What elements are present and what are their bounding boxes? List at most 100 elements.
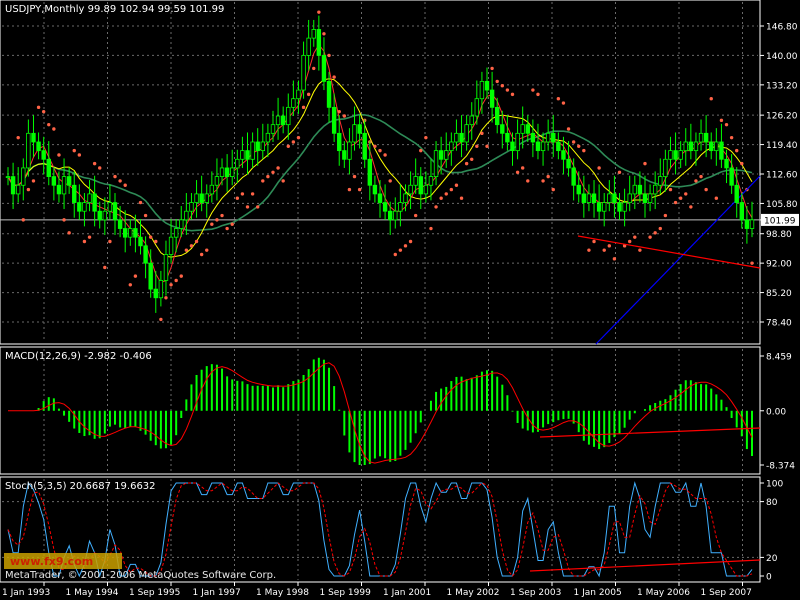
candle-body bbox=[459, 132, 464, 143]
candle-body bbox=[627, 193, 632, 203]
candle-body bbox=[576, 184, 581, 195]
candle-body bbox=[61, 176, 67, 195]
macd-tick-label: 0.00 bbox=[766, 407, 786, 417]
sar-dot bbox=[480, 131, 484, 136]
candle-body bbox=[224, 167, 230, 177]
sar-dot bbox=[98, 166, 102, 170]
sar-dot bbox=[526, 179, 530, 183]
price-tick-label: 78.40 bbox=[766, 319, 792, 329]
sar-dot bbox=[571, 140, 576, 144]
sar-dot bbox=[271, 170, 275, 174]
sar-dot bbox=[495, 79, 499, 84]
candle-body bbox=[173, 228, 179, 238]
sar-dot bbox=[67, 231, 71, 235]
sar-dot bbox=[82, 239, 87, 244]
sar-dot bbox=[148, 235, 153, 239]
sar-dot bbox=[113, 174, 117, 179]
candle-body bbox=[372, 184, 378, 195]
candle-body bbox=[724, 158, 729, 169]
candle-body bbox=[698, 132, 704, 143]
candle-body bbox=[230, 167, 235, 177]
sar-dot bbox=[26, 187, 31, 192]
candle-body bbox=[454, 132, 459, 143]
candle-body bbox=[520, 124, 525, 134]
candle-body bbox=[148, 262, 153, 290]
candle-body bbox=[265, 132, 271, 143]
candle-body bbox=[153, 288, 158, 299]
sar-dot bbox=[383, 153, 387, 157]
trading-chart[interactable]: 146.80 140.00 133.20 126.20 119.40 112.60 105.… bbox=[0, 0, 800, 600]
candle-body bbox=[275, 115, 281, 126]
price-tick-label: 105.80 bbox=[766, 200, 798, 210]
candle-body bbox=[571, 167, 576, 186]
candle-body bbox=[612, 193, 617, 203]
sar-dot bbox=[454, 183, 459, 187]
time-tick-label: 1 Sep 1999 bbox=[320, 588, 372, 598]
candle-body bbox=[117, 219, 123, 229]
sar-dot bbox=[531, 88, 535, 92]
candle-body bbox=[168, 236, 174, 255]
sar-dot bbox=[240, 192, 245, 196]
sar-dot bbox=[164, 296, 168, 300]
sar-dot bbox=[306, 92, 311, 97]
sar-dot bbox=[398, 248, 403, 252]
sar-dot bbox=[561, 101, 566, 105]
candle-body bbox=[97, 210, 102, 221]
sar-dot bbox=[179, 274, 183, 278]
candle-body bbox=[418, 176, 423, 195]
candle-body bbox=[138, 236, 143, 247]
sar-dot bbox=[301, 105, 306, 110]
sar-dot bbox=[261, 179, 265, 183]
sar-dot bbox=[373, 144, 377, 149]
candle-body bbox=[367, 158, 373, 186]
candle-body bbox=[77, 202, 82, 212]
sar-dot bbox=[138, 200, 143, 205]
candle-body bbox=[617, 202, 622, 212]
sar-dot bbox=[230, 222, 234, 226]
time-tick-label: 1 May 1994 bbox=[66, 588, 119, 598]
candle-body bbox=[387, 210, 393, 221]
sar-dot bbox=[617, 170, 622, 174]
candle-body bbox=[291, 98, 296, 108]
candle-body bbox=[311, 29, 316, 39]
candle-body bbox=[31, 132, 36, 143]
candle-body bbox=[428, 176, 434, 186]
candle-body bbox=[438, 150, 444, 160]
candle-body bbox=[143, 245, 148, 264]
sar-dot bbox=[490, 66, 494, 71]
candle-body bbox=[337, 132, 342, 152]
candle-body bbox=[464, 124, 469, 143]
price-tick-label: 85.20 bbox=[766, 289, 792, 299]
watermark-logo: www.fx9.com bbox=[4, 553, 122, 569]
sar-dot bbox=[694, 179, 698, 183]
sar-dot bbox=[663, 213, 668, 218]
time-tick-label: 1 Sep 2003 bbox=[510, 588, 561, 598]
sar-dot bbox=[337, 109, 341, 114]
stoch-tick-label: 100 bbox=[766, 480, 783, 490]
candle-body bbox=[566, 158, 571, 169]
sar-dot bbox=[378, 148, 382, 153]
sar-dot bbox=[199, 252, 204, 257]
sar-dot bbox=[505, 88, 510, 92]
sar-dot bbox=[103, 265, 107, 270]
candle-body bbox=[255, 141, 260, 152]
sar-dot bbox=[408, 239, 413, 244]
candle-body bbox=[403, 193, 408, 203]
candle-body bbox=[744, 219, 750, 229]
sar-dot bbox=[597, 166, 601, 170]
sar-dot bbox=[413, 213, 418, 218]
candle-body bbox=[107, 202, 113, 212]
candle-body bbox=[66, 176, 72, 186]
time-tick-label: 1 May 2006 bbox=[637, 588, 690, 598]
watermark-logo-text: www.fx9.com bbox=[10, 555, 93, 568]
sar-dot bbox=[215, 218, 219, 222]
time-tick-label: 1 Jan 2001 bbox=[383, 588, 431, 598]
sar-dot bbox=[719, 118, 724, 123]
sar-dot bbox=[515, 170, 520, 174]
sar-dot bbox=[47, 122, 51, 127]
sar-dot bbox=[556, 97, 561, 101]
candle-body bbox=[449, 141, 454, 152]
sar-dot bbox=[317, 10, 321, 14]
candle-body bbox=[469, 115, 474, 126]
candle-body bbox=[647, 193, 653, 203]
